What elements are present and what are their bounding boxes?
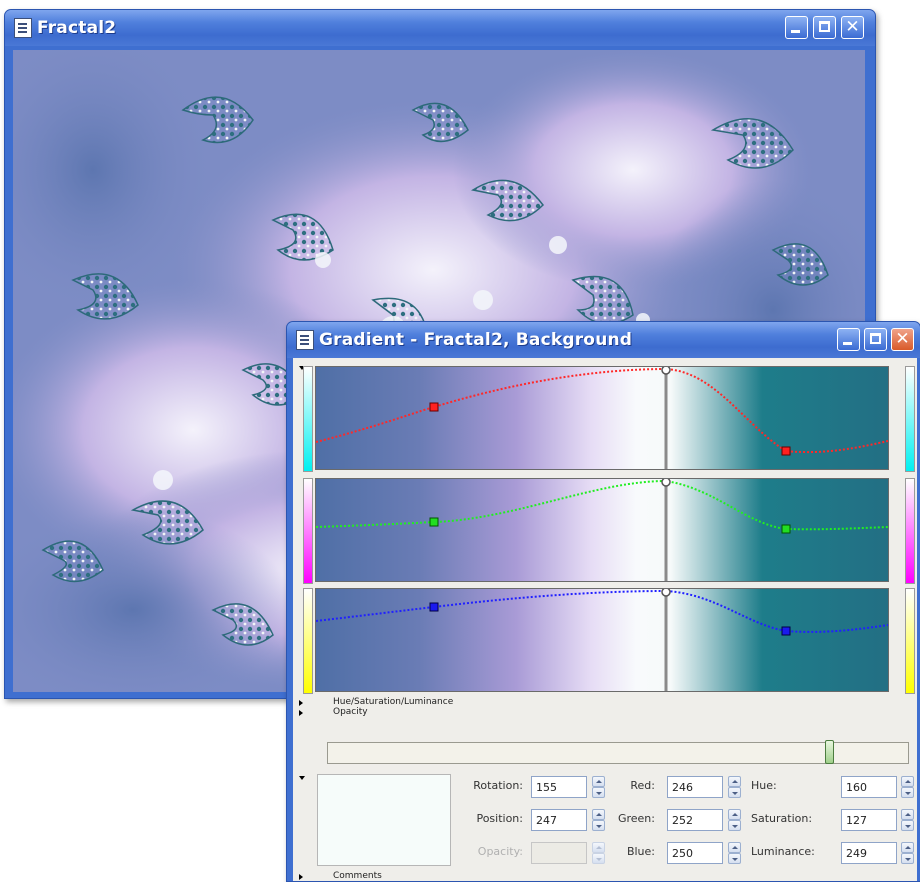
rotation-input[interactable]: 155	[531, 776, 587, 798]
fractal-window-title: Fractal2	[37, 18, 117, 38]
minimize-button[interactable]	[785, 16, 808, 39]
gradient-editor-panel: Hue/Saturation/Luminance Opacity Rotatio…	[293, 358, 917, 881]
close-button[interactable]: ✕	[841, 16, 864, 39]
green-control-point	[781, 524, 791, 534]
blue-label: Blue:	[626, 845, 655, 858]
position-spinner[interactable]	[592, 809, 605, 831]
hue-label: Hue:	[751, 779, 777, 792]
opacity-input	[531, 842, 587, 864]
close-icon: ✕	[845, 17, 860, 37]
red-control-point	[781, 446, 791, 456]
saturation-label: Saturation:	[751, 812, 813, 825]
blue-spinner[interactable]	[728, 842, 741, 864]
saturation-spinner[interactable]	[901, 809, 914, 831]
rotation-spinner[interactable]	[592, 776, 605, 798]
red-gradient-curve-area[interactable]	[315, 366, 889, 470]
opacity-spinner	[592, 842, 605, 864]
gradient-window-title: Gradient - Fractal2, Background	[319, 330, 633, 350]
red-curve-graphic	[316, 367, 888, 469]
green-curve-graphic	[316, 479, 888, 581]
expand-arrow-icon[interactable]	[299, 874, 303, 880]
red-spinner[interactable]	[728, 776, 741, 798]
right-yellow-strip	[905, 588, 915, 694]
hue-spinner[interactable]	[901, 776, 914, 798]
minimize-icon	[791, 30, 800, 33]
minimize-button[interactable]	[837, 328, 860, 351]
right-magenta-strip	[905, 478, 915, 584]
minimize-icon	[843, 342, 852, 345]
luminance-input[interactable]: 249	[841, 842, 897, 864]
maximize-button[interactable]	[864, 328, 887, 351]
position-label: Position:	[476, 812, 523, 825]
position-marker	[661, 479, 671, 487]
opacity-section-label[interactable]: Opacity	[333, 707, 368, 717]
position-marker	[661, 367, 671, 375]
blue-curve-graphic	[316, 589, 888, 691]
red-channel-editor[interactable]	[303, 366, 915, 472]
expand-arrow-icon[interactable]	[299, 700, 303, 706]
saturation-input[interactable]: 127	[841, 809, 897, 831]
maximize-button[interactable]	[813, 16, 836, 39]
luminance-label: Luminance:	[751, 845, 815, 858]
luminance-spinner[interactable]	[901, 842, 914, 864]
green-channel-editor[interactable]	[303, 478, 915, 584]
red-label: Red:	[630, 779, 655, 792]
collapse-arrow-icon[interactable]	[299, 776, 305, 780]
maximize-icon	[819, 21, 830, 32]
green-spinner[interactable]	[728, 809, 741, 831]
green-control-point	[429, 517, 439, 527]
gradient-window: Gradient - Fractal2, Background ✕ Hue/Sa…	[286, 321, 920, 882]
close-icon: ✕	[895, 329, 910, 349]
document-icon	[14, 18, 32, 38]
fractal-titlebar[interactable]: Fractal2 ✕	[5, 10, 875, 46]
position-input[interactable]: 247	[531, 809, 587, 831]
red-control-point	[429, 402, 439, 412]
gradient-titlebar[interactable]: Gradient - Fractal2, Background ✕	[287, 322, 920, 358]
red-input[interactable]: 246	[667, 776, 723, 798]
left-yellow-strip	[303, 588, 313, 694]
maximize-icon	[870, 333, 881, 344]
blue-control-point	[781, 626, 791, 636]
blue-control-point	[429, 602, 439, 612]
rotation-label: Rotation:	[473, 779, 523, 792]
slider-thumb[interactable]	[825, 740, 834, 764]
close-button[interactable]: ✕	[891, 328, 914, 351]
position-marker	[661, 589, 671, 597]
blue-input[interactable]: 250	[667, 842, 723, 864]
green-input[interactable]: 252	[667, 809, 723, 831]
blue-gradient-curve-area[interactable]	[315, 588, 889, 692]
opacity-label: Opacity:	[477, 845, 523, 858]
right-cyan-strip	[905, 366, 915, 472]
blue-channel-editor[interactable]	[303, 588, 915, 694]
left-magenta-strip	[303, 478, 313, 584]
color-swatch	[317, 774, 451, 866]
document-icon	[296, 330, 314, 350]
hue-input[interactable]: 160	[841, 776, 897, 798]
hsl-section-label[interactable]: Hue/Saturation/Luminance	[333, 697, 453, 707]
left-cyan-strip	[303, 366, 313, 472]
expand-arrow-icon[interactable]	[299, 710, 303, 716]
position-slider[interactable]	[327, 740, 909, 764]
comments-section-label[interactable]: Comments	[333, 871, 382, 881]
green-gradient-curve-area[interactable]	[315, 478, 889, 582]
green-label: Green:	[617, 812, 655, 825]
